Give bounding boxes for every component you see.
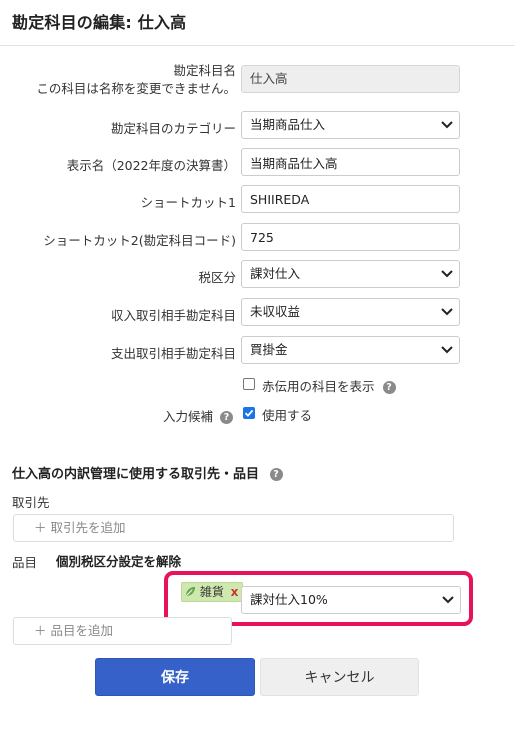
expense-counter-label: 支出取引相手勘定科目 [110, 346, 236, 361]
chevron-down-icon [441, 121, 453, 129]
input-candidate-option: 使用する [262, 408, 313, 423]
income-counter-select[interactable]: 未収収益 [241, 298, 460, 326]
add-partner-button[interactable]: ＋ 取引先を追加 [13, 514, 454, 542]
chevron-down-icon [441, 346, 453, 354]
input-candidate-label: 入力候補 [163, 409, 214, 424]
help-icon[interactable]: ? [220, 411, 233, 424]
cancel-button[interactable]: キャンセル [260, 658, 419, 696]
shortcut1-input[interactable] [241, 185, 460, 213]
input-candidate-checkbox[interactable] [243, 407, 255, 419]
page-title: 勘定科目の編集: 仕入高 [12, 13, 187, 32]
shortcut2-input[interactable] [241, 223, 460, 251]
red-entry-checkbox[interactable] [243, 378, 255, 390]
account-name-note: この科目は名称を変更できません。 [36, 81, 236, 96]
category-select[interactable]: 当期商品仕入 [241, 111, 460, 139]
account-name-field: 仕入高 [241, 65, 460, 93]
category-label: 勘定科目のカテゴリー [110, 121, 236, 136]
category-select-value: 当期商品仕入 [250, 117, 326, 132]
shortcut2-label: ショートカット2(勘定科目コード) [43, 233, 236, 248]
breakdown-section-title: 仕入高の内訳管理に使用する取引先・品目 ? [12, 463, 283, 482]
items-label: 品目 [12, 555, 38, 570]
expense-counter-value: 買掛金 [250, 342, 288, 357]
header: 勘定科目の編集: 仕入高 [0, 0, 515, 46]
help-icon[interactable]: ? [382, 381, 396, 394]
account-name-label-group: 勘定科目名 この科目は名称を変更できません。 [36, 62, 236, 98]
tax-category-select[interactable]: 課対仕入 [241, 260, 460, 288]
shortcut1-label: ショートカット1 [140, 195, 236, 210]
display-name-input[interactable] [241, 148, 460, 176]
breakdown-title: 仕入高の内訳管理に使用する取引先・品目 [12, 467, 260, 482]
chevron-down-icon [441, 308, 453, 316]
display-name-label: 表示名（2022年度の決算書） [66, 158, 236, 173]
check-icon [244, 409, 254, 417]
chevron-down-icon [441, 270, 453, 278]
input-candidate-label-group: 入力候補 ? [163, 406, 233, 425]
save-button[interactable]: 保存 [95, 658, 255, 696]
tax-category-label: 税区分 [198, 270, 236, 285]
account-name-label: 勘定科目名 [173, 63, 236, 78]
expense-counter-select[interactable]: 買掛金 [241, 336, 460, 364]
tax-category-value: 課対仕入 [250, 266, 301, 281]
partners-label: 取引先 [12, 495, 50, 510]
release-tax-setting-link[interactable]: 個別税区分設定を解除 [56, 551, 181, 570]
red-entry-label: 赤伝用の科目を表示 [262, 379, 375, 394]
red-entry-label-group: 赤伝用の科目を表示 ? [262, 376, 396, 395]
income-counter-label: 収入取引相手勘定科目 [110, 308, 236, 323]
add-item-button[interactable]: ＋ 品目を追加 [13, 617, 232, 645]
income-counter-value: 未収収益 [250, 304, 301, 319]
help-icon[interactable]: ? [269, 468, 283, 481]
